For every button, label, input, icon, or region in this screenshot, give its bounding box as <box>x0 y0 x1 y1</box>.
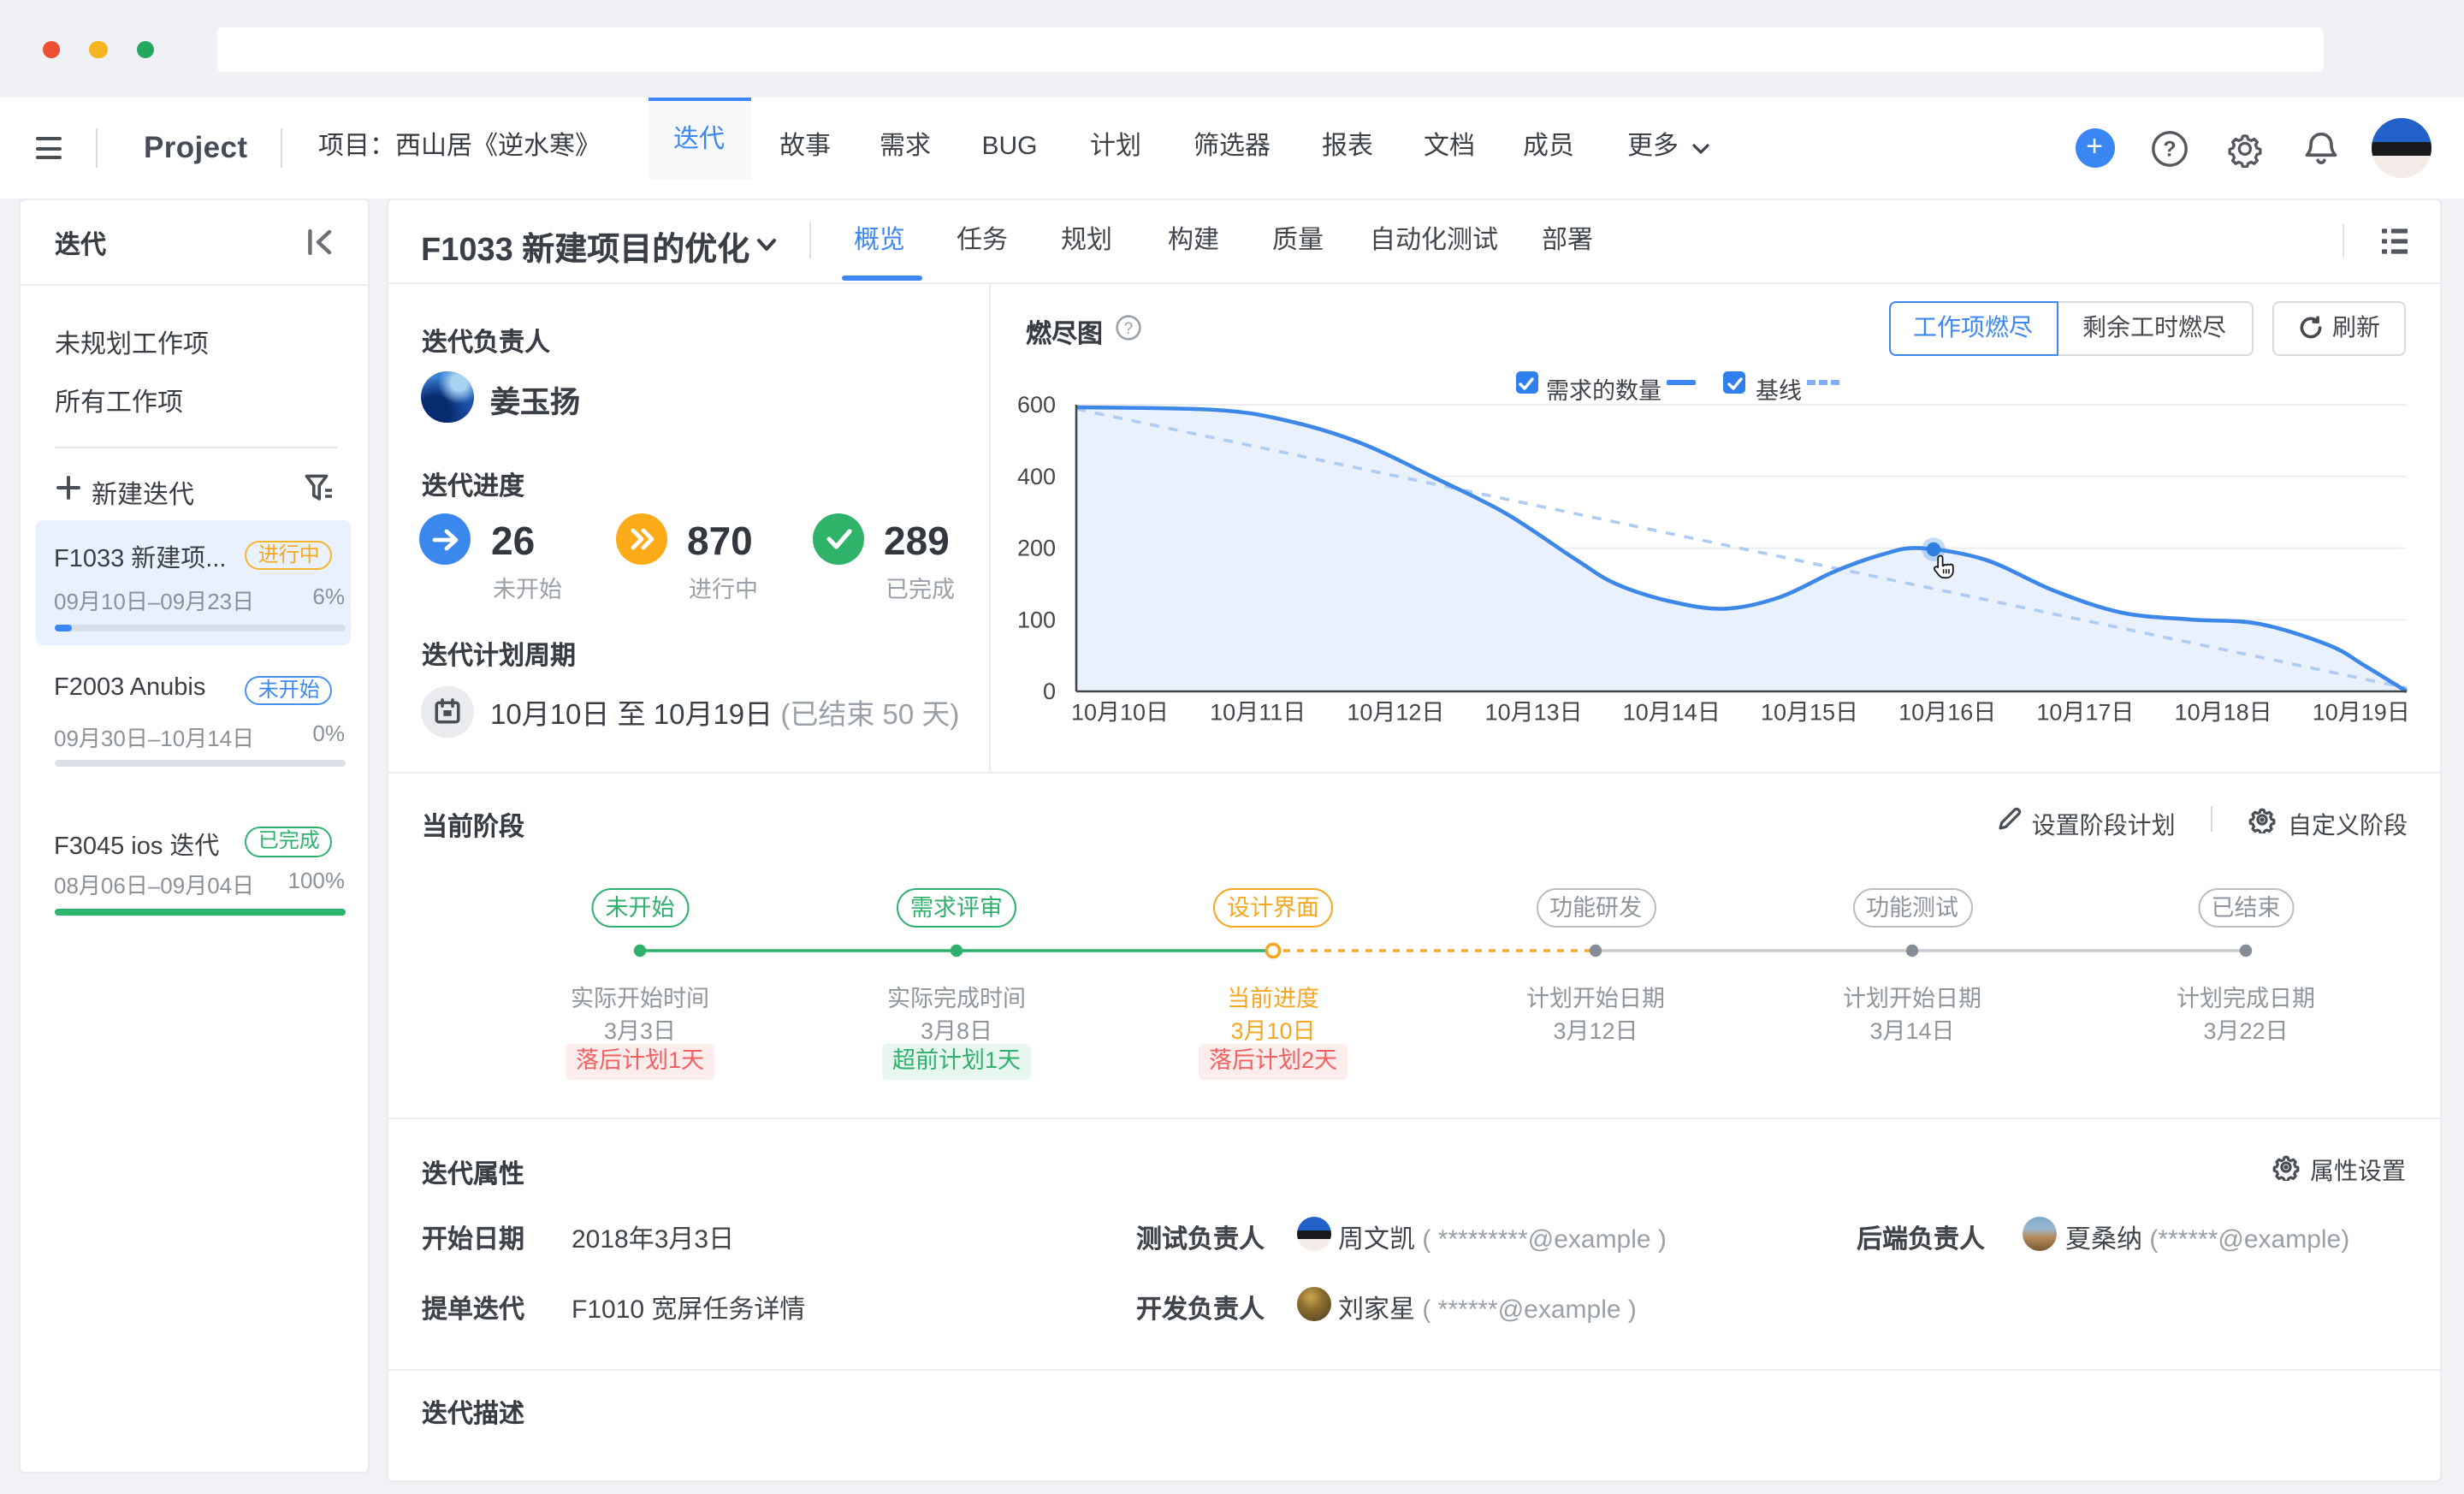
svg-text:10月10日: 10月10日 <box>1071 700 1169 726</box>
svg-text:600: 600 <box>1017 394 1056 418</box>
svg-text:200: 200 <box>1017 536 1056 561</box>
svg-text:10月18日: 10月18日 <box>2175 700 2272 726</box>
svg-text:400: 400 <box>1017 464 1056 489</box>
svg-text:10月16日: 10月16日 <box>1898 700 1996 726</box>
svg-text:10月17日: 10月17日 <box>2036 700 2134 726</box>
svg-text:10月14日: 10月14日 <box>1623 700 1721 726</box>
svg-text:10月12日: 10月12日 <box>1347 700 1444 726</box>
svg-text:?: ? <box>1124 320 1134 338</box>
svg-text:0: 0 <box>1043 679 1056 704</box>
svg-text:10月19日: 10月19日 <box>2313 700 2410 726</box>
svg-text:10月13日: 10月13日 <box>1485 700 1583 726</box>
svg-text:10月11日: 10月11日 <box>1210 700 1306 726</box>
svg-text:10月15日: 10月15日 <box>1761 700 1858 726</box>
svg-text:100: 100 <box>1017 607 1056 632</box>
svg-text:?: ? <box>2162 136 2175 160</box>
